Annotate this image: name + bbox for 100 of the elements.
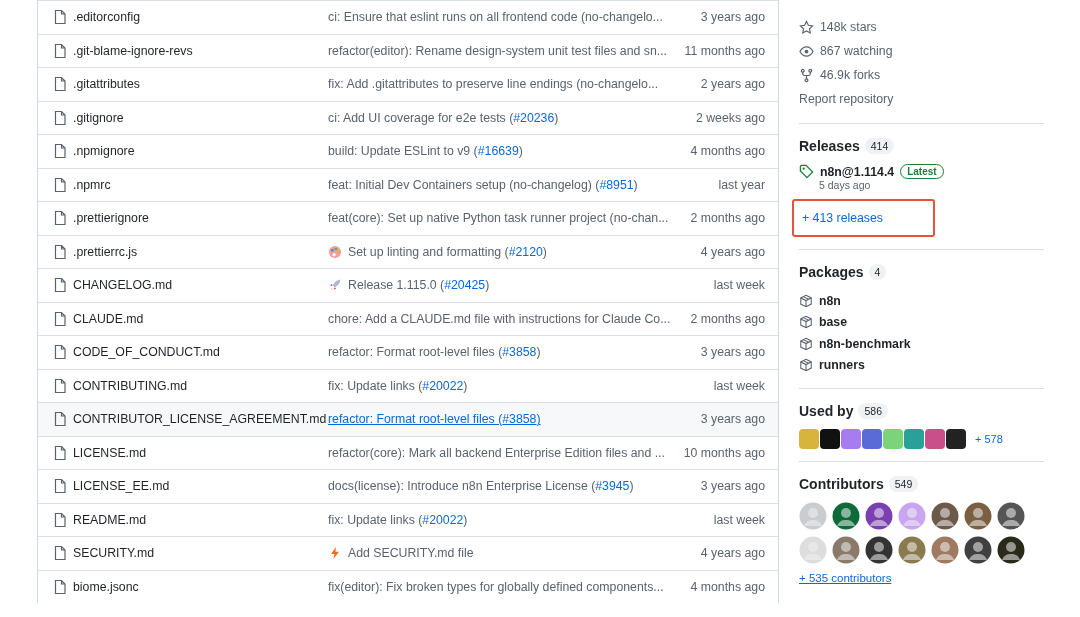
commit-message[interactable]: ci: Ensure that eslint runs on all frontend code (no-changelo... xyxy=(328,10,663,25)
file-icon xyxy=(52,176,68,193)
file-link[interactable]: CONTRIBUTOR_LICENSE_AGREEMENT.md xyxy=(73,412,328,427)
package-link[interactable]: runners xyxy=(819,358,865,373)
commit-time: 4 years ago xyxy=(699,244,765,259)
fork-icon xyxy=(799,67,814,83)
section-title: Used by xyxy=(799,403,854,419)
stat-link[interactable]: 867 watching xyxy=(820,44,893,58)
file-link[interactable]: .gitignore xyxy=(73,110,328,125)
commit-time: 3 years ago xyxy=(699,412,765,427)
file-link[interactable]: CONTRIBUTING.md xyxy=(73,378,328,393)
release-date: 5 days ago xyxy=(819,179,872,191)
avatar[interactable] xyxy=(997,502,1025,530)
commit-message[interactable]: fix: Add .gitattributes to preserve line endings (no-changelo... xyxy=(328,77,659,92)
contributors-link[interactable]: + 535 contributors xyxy=(799,572,1044,584)
section-title: Packages xyxy=(799,264,864,280)
pull-request-link[interactable]: #20236 xyxy=(513,110,555,125)
more-link[interactable]: + 578 xyxy=(975,433,1003,445)
pull-request-link[interactable]: #16639 xyxy=(477,144,519,159)
avatar[interactable] xyxy=(931,502,959,530)
file-icon xyxy=(52,310,68,327)
pull-request-link[interactable]: #20425 xyxy=(444,278,486,293)
commit-time: 2 months ago xyxy=(689,311,765,326)
pull-request-link[interactable]: #3858 xyxy=(502,345,537,360)
file-link[interactable]: LICENSE_EE.md xyxy=(73,479,328,494)
commit-message[interactable]: ci: Add UI coverage for e2e tests (#20236) xyxy=(328,110,559,125)
commit-message[interactable]: refactor(core): Mark all backend Enterprise Edition files and ... xyxy=(328,445,665,460)
commit-time: 3 years ago xyxy=(699,479,765,494)
avatar[interactable] xyxy=(964,536,992,564)
dependent-avatar[interactable] xyxy=(820,429,840,449)
file-link[interactable]: .editorconfig xyxy=(73,10,328,25)
pull-request-link[interactable]: #20022 xyxy=(422,378,464,393)
file-icon xyxy=(52,344,68,361)
commit-time: 11 months ago xyxy=(683,43,765,58)
file-link[interactable]: LICENSE.md xyxy=(73,445,328,460)
commit-time: last week xyxy=(712,512,765,527)
commit-time: 2 weeks ago xyxy=(694,110,765,125)
file-link[interactable]: .npmrc xyxy=(73,177,328,192)
commit-message[interactable]: docs(license): Introduce n8n Enterprise License (#3945) xyxy=(328,479,634,494)
avatar[interactable] xyxy=(865,502,893,530)
package-link[interactable]: n8n-benchmark xyxy=(819,336,911,351)
pull-request-link[interactable]: #3945 xyxy=(595,479,630,494)
commit-message[interactable]: refactor: Format root-level files (#3858) xyxy=(328,412,541,427)
commit-message[interactable]: fix(editor): Fix broken types for globally defined components... xyxy=(328,579,664,594)
stat-link[interactable]: 46.9k forks xyxy=(820,68,881,82)
report-link[interactable]: Report repository xyxy=(799,87,1044,111)
dependent-avatar[interactable] xyxy=(946,429,966,449)
commit-time: 2 months ago xyxy=(689,211,765,226)
avatar[interactable] xyxy=(865,536,893,564)
file-icon xyxy=(52,545,68,562)
commit-message[interactable]: refactor(editor): Rename design-system unit test files and sn... xyxy=(328,43,667,58)
commit-time: 4 months ago xyxy=(689,579,765,594)
avatar[interactable] xyxy=(832,502,860,530)
commit-message[interactable]: build: Update ESLint to v9 (#16639) xyxy=(328,144,523,159)
pull-request-link[interactable]: #3858 xyxy=(502,412,537,427)
commit-message[interactable]: fix: Update links (#20022) xyxy=(328,512,468,527)
commit-message[interactable]: Release 1.115.0 (#20425) xyxy=(348,278,490,293)
commit-message[interactable]: chore: Add a CLAUDE.md file with instructions for Claude Co... xyxy=(328,311,671,326)
commit-message[interactable]: feat(core): Set up native Python task runner project (no-chan... xyxy=(328,211,669,226)
file-link[interactable]: .prettierrc.js xyxy=(73,244,328,259)
commit-time: 4 years ago xyxy=(699,546,765,561)
file-link[interactable]: .prettierignore xyxy=(73,211,328,226)
pull-request-link[interactable]: #20022 xyxy=(422,512,464,527)
file-link[interactable]: SECURITY.md xyxy=(73,546,328,561)
pull-request-link[interactable]: #8951 xyxy=(599,177,634,192)
count-badge: 414 xyxy=(864,138,895,154)
eye-icon xyxy=(799,43,814,59)
section-title: Contributors xyxy=(799,476,884,492)
file-icon xyxy=(52,76,68,93)
file-link[interactable]: biome.jsonc xyxy=(73,579,328,594)
stat-link[interactable]: 148k stars xyxy=(820,20,877,34)
file-icon xyxy=(52,9,68,26)
file-link[interactable]: CLAUDE.md xyxy=(73,311,328,326)
file-link[interactable]: .npmignore xyxy=(73,144,328,159)
releases-link[interactable]: + 413 releases xyxy=(802,211,883,225)
commit-time: 3 years ago xyxy=(699,10,765,25)
file-link[interactable]: .gitattributes xyxy=(73,77,328,92)
pull-request-link[interactable]: #2120 xyxy=(508,244,543,259)
commit-message[interactable]: Set up linting and formatting (#2120) xyxy=(348,244,547,259)
package-link[interactable]: base xyxy=(819,315,848,330)
commit-message[interactable]: refactor: Format root-level files (#3858) xyxy=(328,345,541,360)
avatar[interactable] xyxy=(997,536,1025,564)
file-link[interactable]: CODE_OF_CONDUCT.md xyxy=(73,345,328,360)
commit-message[interactable]: fix: Update links (#20022) xyxy=(328,378,468,393)
package-link[interactable]: n8n xyxy=(819,293,841,308)
file-icon xyxy=(52,109,68,126)
file-link[interactable]: CHANGELOG.md xyxy=(73,278,328,293)
package-icon xyxy=(799,293,813,308)
star-icon xyxy=(799,19,814,35)
count-badge: 586 xyxy=(858,403,888,419)
commit-message[interactable]: feat: Initial Dev Containers setup (no-changelog) (#8951) xyxy=(328,177,638,192)
release-link[interactable]: n8n@1.114.4 xyxy=(820,164,895,179)
commit-time: 4 months ago xyxy=(689,144,765,159)
file-icon xyxy=(52,511,68,528)
file-link[interactable]: .git-blame-ignore-revs xyxy=(73,43,328,58)
commit-message[interactable]: Add SECURITY.md file xyxy=(348,546,474,561)
file-icon xyxy=(52,478,68,495)
file-link[interactable]: README.md xyxy=(73,512,328,527)
file-icon xyxy=(52,243,68,260)
file-icon xyxy=(52,143,68,160)
